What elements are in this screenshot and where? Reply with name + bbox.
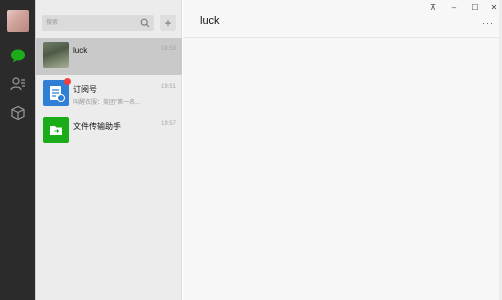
search-input[interactable]	[46, 15, 138, 31]
search-box[interactable]	[42, 15, 154, 31]
maximize-button[interactable]: ☐	[469, 2, 481, 12]
plus-icon: +	[164, 16, 172, 30]
chat-item-name: 文件传输助手	[73, 122, 121, 131]
chat-main-area: luck ⊼ – ☐ ✕ ···	[183, 0, 502, 300]
contact-avatar	[43, 42, 69, 68]
user-avatar[interactable]	[7, 10, 29, 32]
search-icon[interactable]	[140, 18, 150, 28]
file-transfer-icon	[43, 117, 69, 143]
chat-item-time: 19:57	[160, 121, 176, 127]
pin-icon[interactable]: ⊼	[427, 2, 439, 12]
box-icon[interactable]	[9, 104, 27, 122]
chat-item-time: 19:58	[160, 46, 176, 52]
minimize-button[interactable]: –	[448, 2, 460, 12]
chat-title: luck	[200, 15, 220, 27]
contacts-icon[interactable]	[9, 75, 27, 93]
chat-item-file-transfer[interactable]: 文件传输助手 19:57	[36, 113, 182, 150]
chat-bubble-icon[interactable]	[9, 47, 27, 65]
chat-item-preview: 叫醒衣服：美团"第一名...	[73, 100, 141, 106]
chat-header: luck ⊼ – ☐ ✕ ···	[183, 0, 502, 38]
chat-item-luck[interactable]: luck 19:58	[36, 38, 182, 75]
search-row: +	[36, 0, 182, 38]
chat-item-name: 订阅号	[73, 85, 97, 94]
more-options-button[interactable]: ···	[482, 18, 494, 28]
nav-rail	[0, 0, 36, 300]
chat-item-subscriptions[interactable]: 订阅号 19:51 叫醒衣服：美团"第一名...	[36, 76, 182, 113]
add-chat-button[interactable]: +	[160, 15, 176, 31]
chat-item-time: 19:51	[160, 84, 176, 90]
chat-item-name: luck	[73, 46, 88, 55]
unread-badge	[64, 78, 71, 85]
chat-list-panel: + luck 19:58 订阅号 19:51 叫醒衣服：美团"第一名... 文件…	[36, 0, 182, 300]
